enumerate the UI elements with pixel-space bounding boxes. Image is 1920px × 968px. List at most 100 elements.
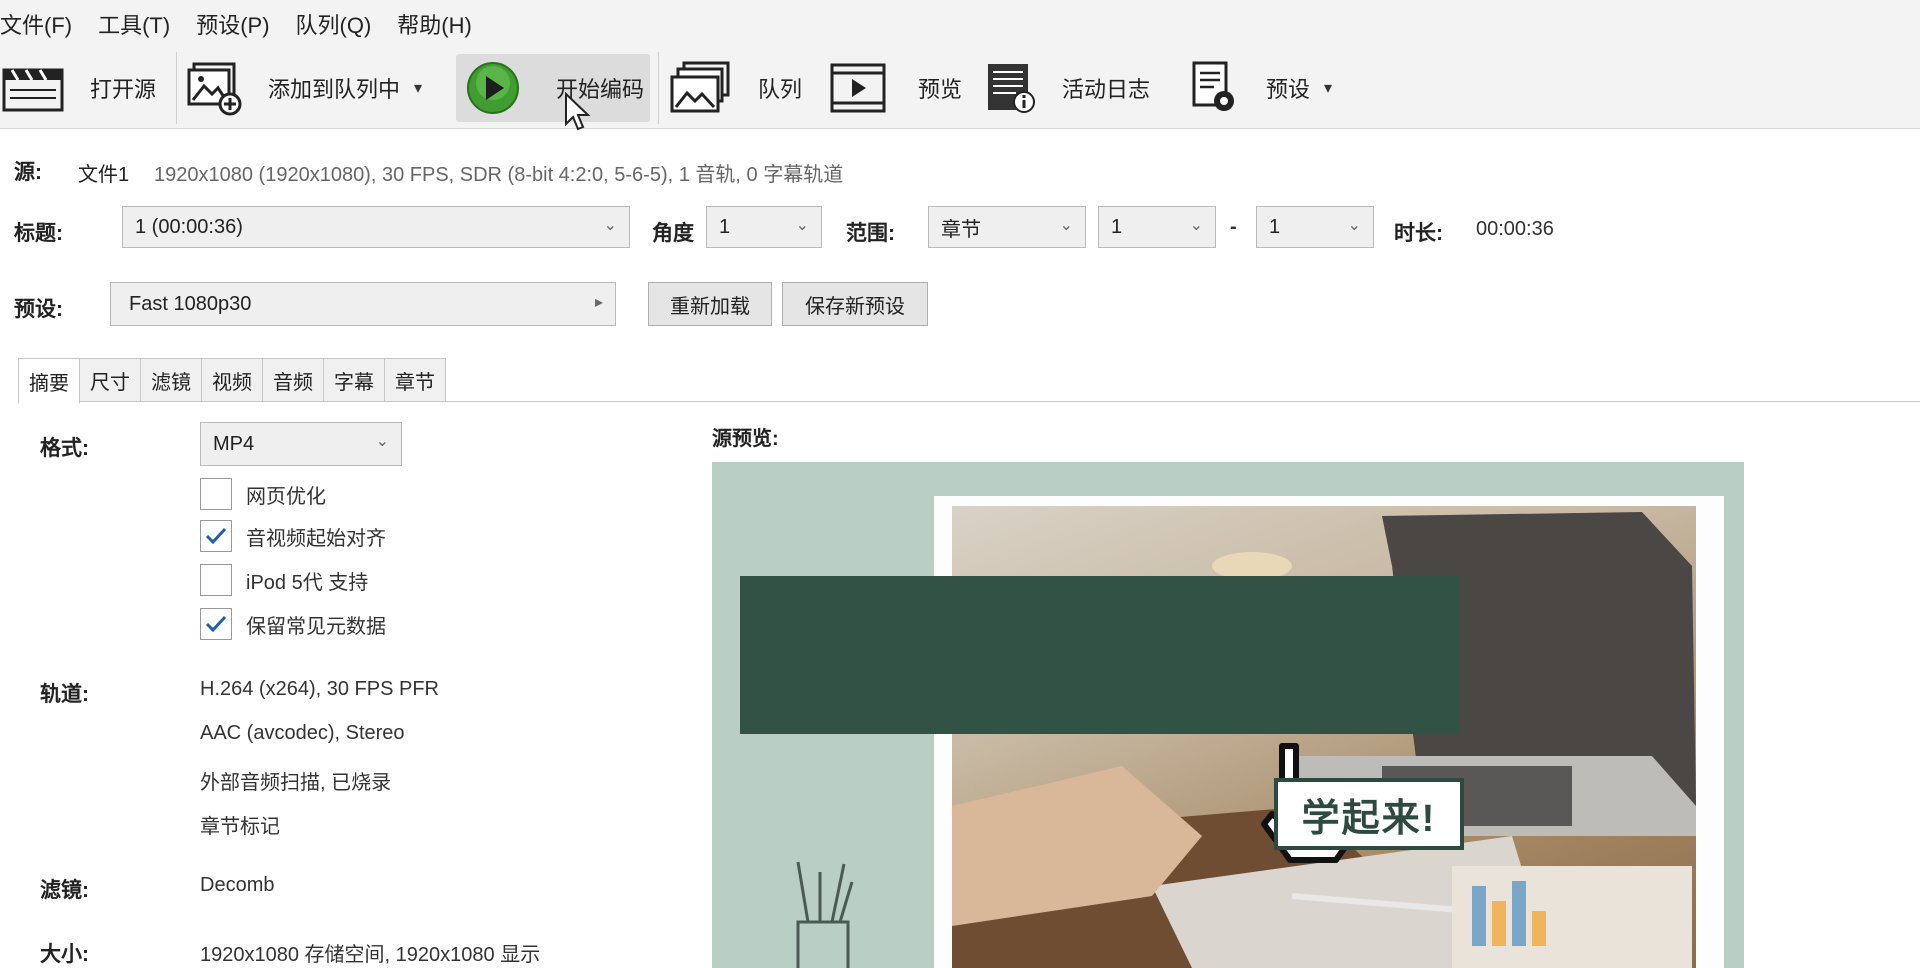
passthru-metadata-option[interactable]: 保留常见元数据 [200, 606, 386, 642]
presets-label: 预设 [1266, 77, 1311, 102]
chevron-down-icon: ⌄ [375, 433, 389, 450]
range-end-value: 1 [1269, 215, 1281, 238]
chevron-down-icon: ⌄ [603, 217, 617, 234]
tab-filters[interactable]: 滤镜 [140, 358, 202, 402]
format-dropdown[interactable]: MP4 ⌄ [200, 422, 402, 466]
queue-label: 队列 [758, 77, 803, 102]
add-image-icon [186, 60, 244, 116]
activity-log-button[interactable]: 活动日志 [986, 54, 1166, 122]
format-label: 格式: [40, 437, 89, 460]
track-chapters: 章节标记 [200, 816, 280, 838]
title-overlay-block [740, 576, 1460, 734]
range-dash: - [1230, 216, 1237, 238]
align-av-start-option[interactable]: 音视频起始对齐 [200, 518, 386, 554]
passthru-metadata-checkbox[interactable] [200, 608, 232, 640]
range-type-value: 章节 [941, 218, 981, 241]
title-dropdown[interactable]: 1 (00:00:36) ⌄ [122, 206, 630, 248]
film-clapper-icon [2, 62, 64, 114]
track-subtitle-scan: 外部音频扫描, 已烧录 [200, 772, 392, 794]
speech-bubble: 学起来! [1274, 778, 1464, 850]
reload-preset-button[interactable]: 重新加载 [648, 282, 772, 326]
start-encode-button[interactable]: 开始编码 [456, 54, 650, 122]
toolbar-separator [176, 52, 177, 124]
source-preview-image: 学起来! [712, 462, 1744, 968]
filters-label: 滤镜: [40, 879, 89, 902]
toolbar: 打开源 添加到队列中 ▾ 开始编码 队列 预览 活动日志 预设 ▾ [0, 48, 1920, 132]
open-source-label: 打开源 [90, 77, 157, 102]
format-value: MP4 [213, 432, 255, 455]
source-info: 1920x1080 (1920x1080), 30 FPS, SDR (8-bi… [154, 164, 844, 186]
source-label: 源: [14, 161, 42, 184]
range-type-dropdown[interactable]: 章节 ⌄ [928, 206, 1086, 248]
presets-button[interactable]: 预设 ▾ [1190, 54, 1360, 122]
menu-tools[interactable]: 工具(T) [98, 8, 186, 40]
menu-presets[interactable]: 预设(P) [196, 8, 285, 40]
preset-label: 预设: [14, 298, 63, 321]
pencil-cup-icon [796, 861, 854, 968]
chevron-down-icon[interactable]: ▾ [414, 78, 422, 98]
tab-summary[interactable]: 摘要 [18, 358, 80, 404]
toolbar-separator [658, 52, 659, 124]
tab-dimensions[interactable]: 尺寸 [79, 358, 141, 402]
save-new-preset-button[interactable]: 保存新预设 [782, 282, 928, 326]
duration-value: 00:00:36 [1476, 218, 1554, 240]
chevron-down-icon: ⌄ [795, 217, 809, 234]
track-video: H.264 (x264), 30 FPS PFR [200, 678, 439, 700]
add-to-queue-button[interactable]: 添加到队列中 ▾ [186, 54, 448, 122]
menu-bar: 文件(F) 工具(T) 预设(P) 队列(Q) 帮助(H) [0, 0, 1920, 48]
preset-settings-icon [1190, 61, 1238, 115]
menu-help[interactable]: 帮助(H) [397, 8, 488, 40]
mouse-cursor-icon [564, 92, 592, 132]
preset-selector[interactable]: Fast 1080p30 ▸ [110, 282, 616, 326]
source-preview-label: 源预览: [712, 428, 779, 450]
range-end-dropdown[interactable]: 1 ⌄ [1256, 206, 1374, 248]
title-label: 标题: [14, 222, 63, 245]
queue-button[interactable]: 队列 [670, 54, 810, 122]
duration-label: 时长: [1394, 222, 1443, 245]
chevron-down-icon[interactable]: ▾ [1324, 78, 1332, 98]
ipod-support-checkbox[interactable] [200, 564, 232, 596]
preview-label: 预览 [918, 77, 963, 102]
angle-dropdown[interactable]: 1 ⌄ [706, 206, 822, 248]
ipod-support-option[interactable]: iPod 5代 支持 [200, 562, 368, 598]
chevron-down-icon: ⌄ [1347, 217, 1361, 234]
activity-log-label: 活动日志 [1062, 77, 1151, 102]
queue-images-icon [670, 61, 732, 115]
add-to-queue-label: 添加到队列中 [268, 77, 401, 102]
range-label: 范围: [846, 222, 895, 245]
angle-label: 角度 [652, 222, 694, 245]
preview-button[interactable]: 预览 [830, 54, 970, 122]
handbrake-window: 文件(F) 工具(T) 预设(P) 队列(Q) 帮助(H) 打开源 添加到队列中… [0, 0, 1920, 968]
align-av-start-label: 音视频起始对齐 [246, 527, 386, 550]
angle-value: 1 [719, 215, 731, 238]
range-start-value: 1 [1111, 215, 1123, 238]
open-source-button[interactable]: 打开源 [0, 54, 168, 122]
title-value: 1 (00:00:36) [135, 215, 243, 238]
ipod-support-label: iPod 5代 支持 [246, 571, 369, 594]
range-start-dropdown[interactable]: 1 ⌄ [1098, 206, 1216, 248]
preset-value: Fast 1080p30 [129, 292, 252, 315]
tab-audio[interactable]: 音频 [262, 358, 324, 402]
web-optimized-option[interactable]: 网页优化 [200, 476, 326, 512]
track-audio: AAC (avcodec), Stereo [200, 722, 405, 744]
align-av-start-checkbox[interactable] [200, 520, 232, 552]
tab-video[interactable]: 视频 [201, 358, 263, 402]
tab-subtitles[interactable]: 字幕 [323, 358, 385, 402]
chevron-down-icon: ⌄ [1059, 217, 1073, 234]
menu-file[interactable]: 文件(F) [0, 8, 88, 40]
chevron-down-icon: ⌄ [1189, 217, 1203, 234]
filters-value: Decomb [200, 874, 275, 896]
activity-log-icon [986, 62, 1036, 114]
web-optimized-checkbox[interactable] [200, 478, 232, 510]
checkmark-icon [205, 615, 227, 633]
passthru-metadata-label: 保留常见元数据 [246, 615, 386, 638]
checkmark-icon [205, 527, 227, 545]
source-name: 文件1 [78, 164, 130, 186]
size-value: 1920x1080 存储空间, 1920x1080 显示 [200, 944, 541, 966]
web-optimized-label: 网页优化 [246, 485, 326, 508]
film-play-icon [830, 63, 886, 113]
tracks-label: 轨道: [40, 683, 89, 706]
tab-chapters[interactable]: 章节 [384, 358, 446, 402]
menu-queue[interactable]: 队列(Q) [296, 8, 388, 40]
size-label: 大小: [40, 943, 89, 966]
